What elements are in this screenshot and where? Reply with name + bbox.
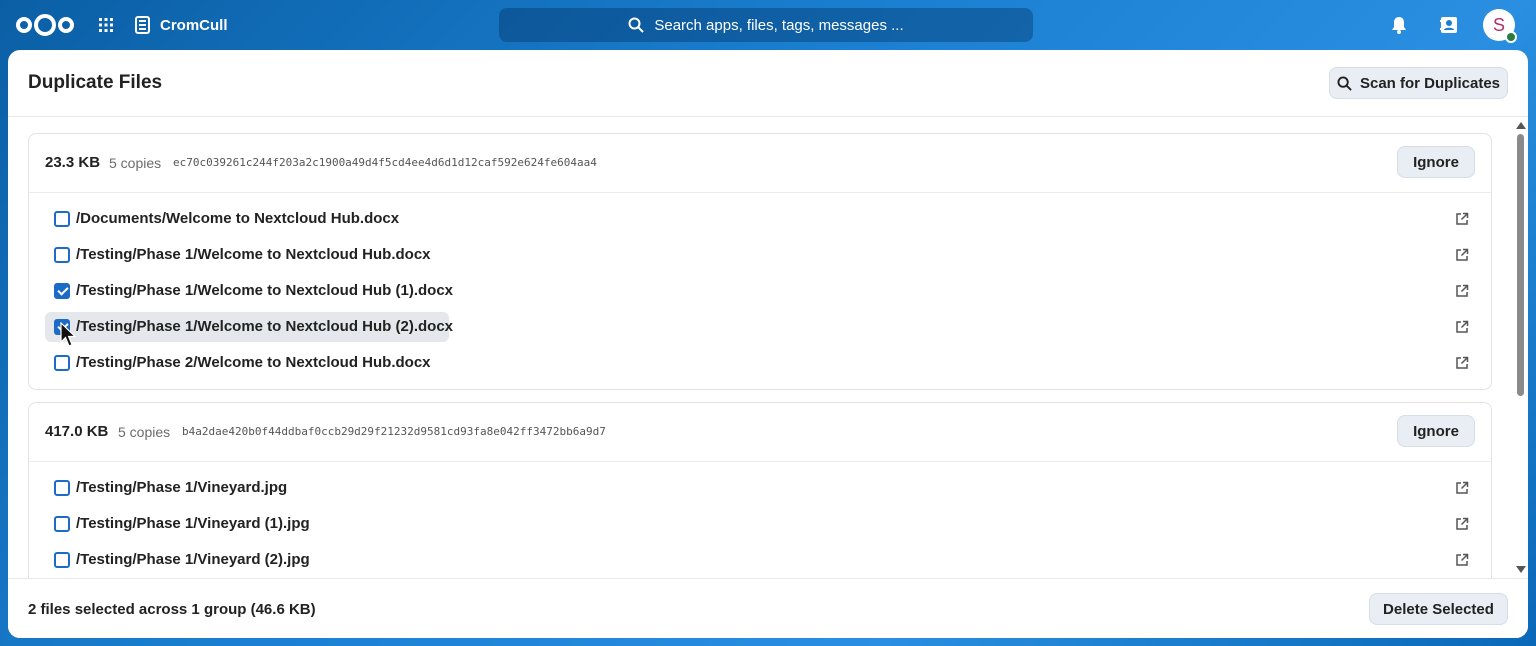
scroll-down-arrow-icon[interactable] — [1516, 566, 1526, 573]
external-link-icon[interactable] — [1455, 212, 1469, 226]
file-path: /Documents/Welcome to Nextcloud Hub.docx — [76, 210, 400, 227]
group-header: 23.3 KB 5 copies ec70c039261c244f203a2c1… — [29, 134, 1491, 193]
file-row[interactable]: /Testing/Phase 1/Welcome to Nextcloud Hu… — [45, 312, 1477, 342]
search-icon — [628, 17, 645, 33]
app-name: CromCull — [160, 16, 228, 34]
file-row[interactable]: /Testing/Phase 1/Welcome to Nextcloud Hu… — [45, 240, 1477, 270]
ignore-button[interactable]: Ignore — [1397, 146, 1475, 178]
external-link-icon[interactable] — [1455, 356, 1469, 370]
selection-footer: 2 files selected across 1 group (46.6 KB… — [8, 578, 1528, 638]
delete-selected-button[interactable]: Delete Selected — [1369, 593, 1508, 625]
duplicate-group: 417.0 KB 5 copies b4a2dae420b0f44ddbaf0c… — [28, 402, 1492, 578]
main-panel: Duplicate Files Scan for Duplicates 23.3… — [8, 50, 1528, 638]
mouse-cursor-icon — [60, 322, 77, 347]
online-status-icon — [1505, 31, 1517, 43]
external-link-icon[interactable] — [1455, 284, 1469, 298]
vertical-scrollbar[interactable] — [1514, 120, 1526, 575]
group-size: 417.0 KB — [45, 423, 109, 440]
ignore-button[interactable]: Ignore — [1397, 415, 1475, 447]
external-link-icon[interactable] — [1455, 320, 1469, 334]
file-path: /Testing/Phase 2/Welcome to Nextcloud Hu… — [76, 354, 431, 371]
group-copies: 5 copies — [118, 424, 171, 440]
scroll-up-arrow-icon[interactable] — [1516, 122, 1526, 129]
file-row[interactable]: /Testing/Phase 2/Welcome to Nextcloud Hu… — [45, 348, 1477, 378]
current-app[interactable]: CromCull — [134, 14, 228, 36]
duplicate-groups-list: 23.3 KB 5 copies ec70c039261c244f203a2c1… — [8, 117, 1528, 578]
avatar-initial: S — [1492, 14, 1505, 35]
external-link-icon[interactable] — [1455, 553, 1469, 567]
group-size: 23.3 KB — [45, 154, 101, 171]
apps-grid-icon[interactable] — [98, 17, 114, 33]
file-row[interactable]: /Documents/Welcome to Nextcloud Hub.docx — [45, 204, 1477, 234]
search-placeholder: Search apps, files, tags, messages ... — [654, 16, 904, 34]
file-path: /Testing/Phase 1/Welcome to Nextcloud Hu… — [76, 318, 454, 335]
file-checkbox[interactable] — [54, 283, 70, 299]
file-checkbox[interactable] — [54, 355, 70, 371]
file-row[interactable]: /Testing/Phase 1/Vineyard.jpg — [45, 473, 1477, 503]
file-checkbox[interactable] — [54, 552, 70, 568]
file-row[interactable]: /Testing/Phase 1/Vineyard (2).jpg — [45, 545, 1477, 575]
contacts-icon[interactable] — [1439, 15, 1459, 35]
user-avatar[interactable]: S — [1483, 9, 1517, 43]
group-hash: b4a2dae420b0f44ddbaf0ccb29d29f21232d9581… — [182, 425, 606, 438]
file-checkbox[interactable] — [54, 211, 70, 227]
scrollbar-thumb[interactable] — [1517, 134, 1524, 396]
nextcloud-logo-icon[interactable] — [14, 11, 76, 39]
file-row[interactable]: /Testing/Phase 1/Welcome to Nextcloud Hu… — [45, 276, 1477, 306]
file-row[interactable]: /Testing/Phase 1/Vineyard (1).jpg — [45, 509, 1477, 539]
bell-icon[interactable] — [1389, 15, 1409, 35]
file-checkbox[interactable] — [54, 516, 70, 532]
scan-for-duplicates-button[interactable]: Scan for Duplicates — [1329, 67, 1508, 99]
search-icon — [1337, 75, 1352, 91]
external-link-icon[interactable] — [1455, 248, 1469, 262]
top-bar: CromCull Search apps, files, tags, messa… — [0, 0, 1536, 50]
file-checkbox[interactable] — [54, 247, 70, 263]
page-title: Duplicate Files — [28, 72, 163, 93]
selection-summary: 2 files selected across 1 group (46.6 KB… — [28, 601, 316, 618]
app-icon — [135, 16, 150, 34]
search-bar[interactable]: Search apps, files, tags, messages ... — [499, 8, 1033, 42]
group-copies: 5 copies — [109, 155, 162, 171]
file-path: /Testing/Phase 1/Welcome to Nextcloud Hu… — [76, 246, 431, 263]
file-path: /Testing/Phase 1/Vineyard (2).jpg — [76, 551, 310, 568]
page-header: Duplicate Files Scan for Duplicates — [8, 50, 1528, 117]
scan-button-label: Scan for Duplicates — [1359, 74, 1501, 92]
duplicate-group: 23.3 KB 5 copies ec70c039261c244f203a2c1… — [28, 133, 1492, 390]
file-path: /Testing/Phase 1/Welcome to Nextcloud Hu… — [76, 282, 454, 299]
external-link-icon[interactable] — [1455, 517, 1469, 531]
file-path: /Testing/Phase 1/Vineyard (1).jpg — [76, 515, 310, 532]
group-hash: ec70c039261c244f203a2c1900a49d4f5cd4ee4d… — [173, 156, 597, 169]
file-path: /Testing/Phase 1/Vineyard.jpg — [76, 479, 288, 496]
file-checkbox[interactable] — [54, 480, 70, 496]
external-link-icon[interactable] — [1455, 481, 1469, 495]
group-header: 417.0 KB 5 copies b4a2dae420b0f44ddbaf0c… — [29, 403, 1491, 462]
